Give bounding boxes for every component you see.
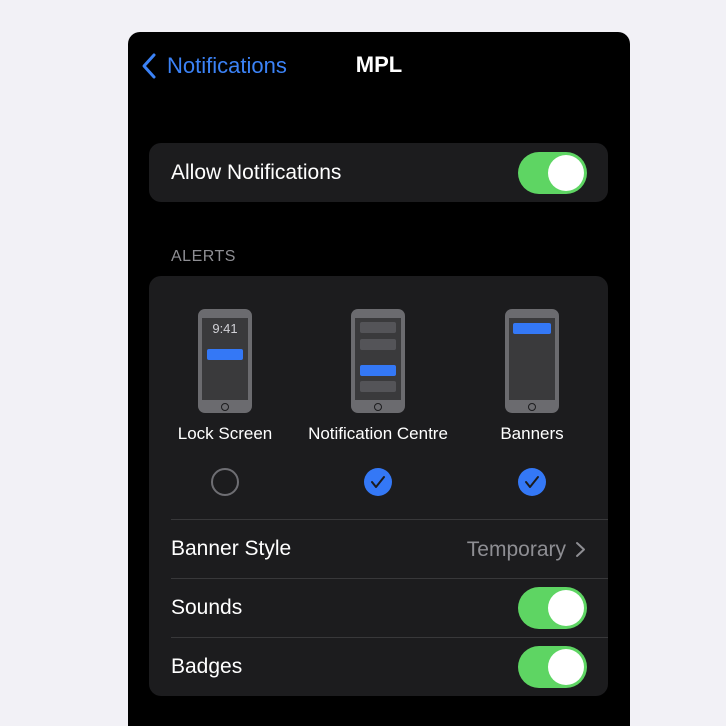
toggle-knob	[548, 590, 584, 626]
alerts-section-header: ALERTS	[171, 248, 236, 265]
chevron-right-icon	[576, 542, 585, 557]
badges-label: Badges	[171, 654, 243, 678]
banners-radio[interactable]	[518, 468, 546, 496]
checkmark-icon	[525, 476, 539, 488]
sounds-toggle[interactable]	[518, 587, 587, 629]
alert-option-label: Banners	[500, 424, 564, 443]
alerts-group: 9:41 Lock Screen Notification Centre Ban…	[149, 276, 608, 696]
banner-style-value: Temporary	[466, 537, 566, 561]
alert-option-label: Notification Centre	[308, 424, 448, 443]
notification-centre-radio[interactable]	[364, 468, 392, 496]
alert-option-label: Lock Screen	[177, 424, 273, 443]
navigation-bar: Notifications MPL	[128, 32, 630, 102]
settings-screen: Notifications MPL Allow Notifications AL…	[128, 32, 630, 726]
lock-screen-time: 9:41	[212, 321, 238, 336]
alert-option-notification-centre[interactable]: Notification Centre	[293, 276, 463, 516]
sounds-label: Sounds	[171, 595, 243, 619]
toggle-knob	[548, 649, 584, 685]
allow-notifications-row: Allow Notifications	[149, 143, 608, 202]
notification-centre-phone-icon	[351, 309, 405, 413]
alert-option-lock-screen[interactable]: 9:41 Lock Screen	[149, 276, 310, 516]
banners-phone-icon	[505, 309, 559, 413]
badges-row: Badges	[149, 637, 608, 696]
page-title: MPL	[355, 52, 403, 77]
allow-notifications-label: Allow Notifications	[171, 160, 342, 184]
banner-style-row[interactable]: Banner Style Temporary	[171, 519, 608, 578]
lock-screen-radio[interactable]	[211, 468, 239, 496]
sounds-row: Sounds	[149, 578, 608, 637]
allow-notifications-toggle[interactable]	[518, 152, 587, 194]
alert-style-picker: 9:41 Lock Screen Notification Centre Ban…	[149, 276, 608, 519]
alert-option-banners[interactable]: Banners	[447, 276, 608, 516]
lock-screen-phone-icon: 9:41	[198, 309, 252, 413]
allow-notifications-group: Allow Notifications	[149, 143, 608, 202]
banner-style-label: Banner Style	[171, 537, 292, 560]
toggle-knob	[548, 155, 584, 191]
badges-toggle[interactable]	[518, 646, 587, 688]
checkmark-icon	[371, 476, 385, 488]
